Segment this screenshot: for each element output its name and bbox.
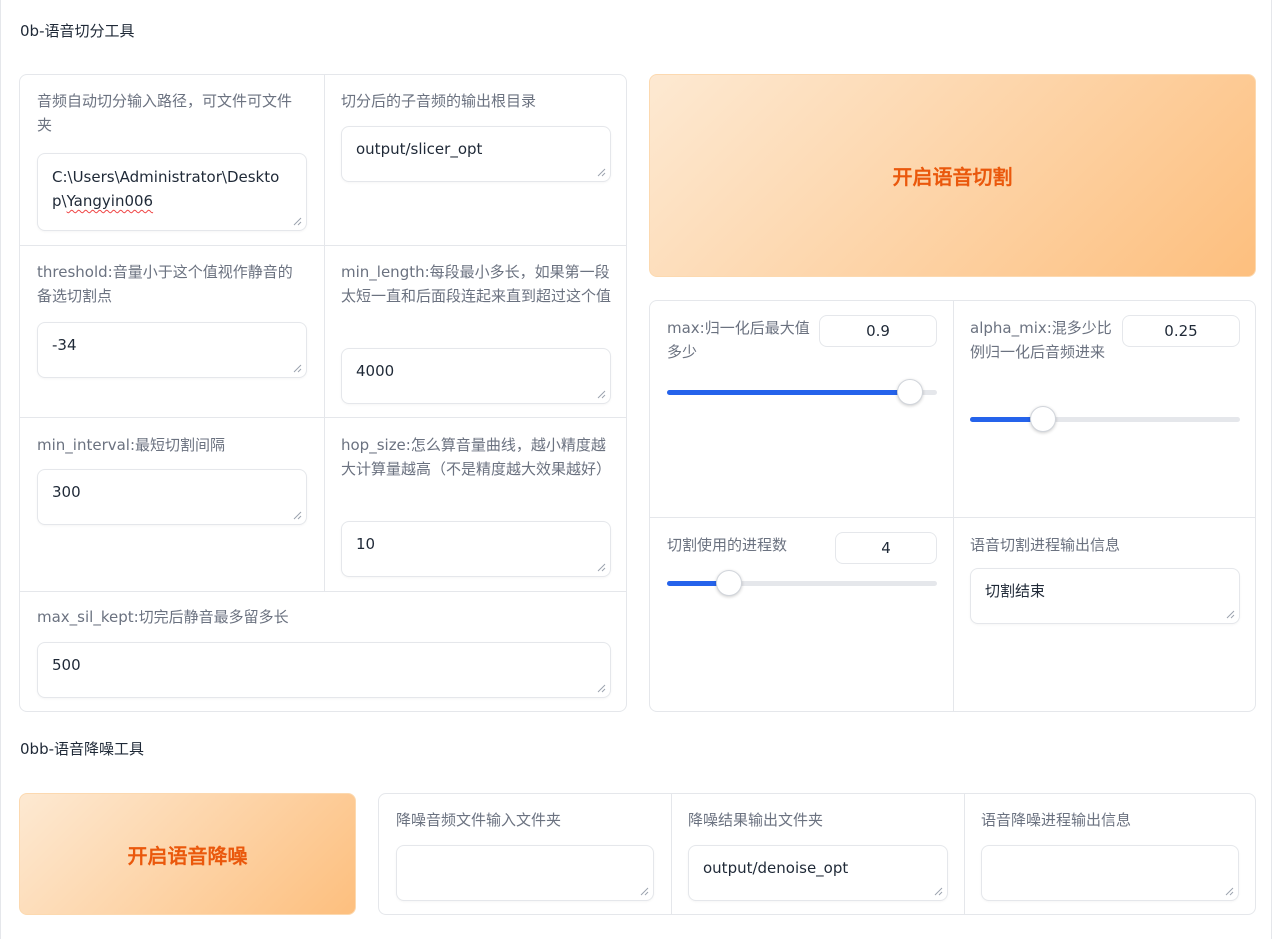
input-path-field[interactable]: C:\Users\Administrator\Deskto p\Yangyin0…	[37, 153, 307, 231]
denoise-section-title: 0bb-语音降噪工具	[20, 740, 144, 758]
denoise-input-field[interactable]	[396, 845, 654, 901]
alpha-mix-number-input[interactable]: 0.25	[1122, 315, 1240, 347]
min-interval-value: 300	[52, 483, 81, 501]
input-path-line2-word: Yangyin006	[66, 192, 154, 210]
max-label: max:归一化后最大值多少	[667, 319, 810, 361]
resize-grip-icon[interactable]	[597, 390, 606, 399]
denoise-output-value: output/denoise_opt	[703, 859, 849, 877]
resize-grip-icon[interactable]	[293, 364, 302, 373]
slicer-info-output[interactable]: 切割结束	[970, 568, 1240, 624]
denoise-info-output[interactable]	[981, 845, 1239, 901]
denoise-output-label: 降噪结果输出文件夹	[688, 811, 824, 829]
start-denoise-button[interactable]: 开启语音降噪	[19, 793, 356, 915]
max-sil-kept-field[interactable]: 500	[37, 642, 611, 698]
threshold-value: -34	[52, 336, 77, 354]
resize-grip-icon[interactable]	[1226, 610, 1235, 619]
threshold-label: threshold:音量小于这个值视作静音的备选切割点	[37, 263, 293, 305]
max-sil-kept-value: 500	[52, 656, 81, 674]
alpha-mix-slider[interactable]	[970, 406, 1240, 432]
denoise-panel: 降噪音频文件输入文件夹 降噪结果输出文件夹 output/denoise_opt…	[378, 793, 1256, 915]
resize-grip-icon[interactable]	[640, 887, 649, 896]
threshold-field[interactable]: -34	[37, 322, 307, 378]
resize-grip-icon[interactable]	[293, 217, 302, 226]
min-length-label: min_length:每段最小多长，如果第一段太短一直和后面段连起来直到超过这个…	[341, 263, 612, 305]
slicer-extra-panel: max:归一化后最大值多少 0.9 alpha_mix:混多少比例归一化后音频进…	[649, 300, 1256, 712]
resize-grip-icon[interactable]	[293, 511, 302, 520]
max-slider[interactable]	[667, 379, 937, 405]
resize-grip-icon[interactable]	[597, 684, 606, 693]
processes-number-input[interactable]: 4	[835, 532, 937, 564]
denoise-output-field[interactable]: output/denoise_opt	[688, 845, 948, 901]
processes-label: 切割使用的进程数	[667, 536, 788, 554]
resize-grip-icon[interactable]	[597, 168, 606, 177]
hop-size-label: hop_size:怎么算音量曲线，越小精度越大计算量越高（不是精度越大效果越好）	[341, 436, 612, 478]
processes-slider[interactable]	[667, 570, 937, 596]
resize-grip-icon[interactable]	[934, 887, 943, 896]
hop-size-field[interactable]: 10	[341, 521, 611, 577]
slicer-params-panel: 音频自动切分输入路径，可文件可文件夹 C:\Users\Administrato…	[19, 74, 627, 712]
hop-size-value: 10	[356, 535, 376, 553]
max-number-input[interactable]: 0.9	[819, 315, 937, 347]
processes-slider-thumb[interactable]	[716, 570, 743, 596]
slicer-info-label: 语音切割进程输出信息	[970, 536, 1121, 554]
slicer-info-value: 切割结束	[985, 582, 1046, 600]
resize-grip-icon[interactable]	[1225, 887, 1234, 896]
output-root-label: 切分后的子音频的输出根目录	[341, 92, 537, 110]
denoise-input-label: 降噪音频文件输入文件夹	[396, 811, 562, 829]
alpha-mix-label: alpha_mix:混多少比例归一化后音频进来	[970, 319, 1112, 361]
input-path-label: 音频自动切分输入路径，可文件可文件夹	[37, 92, 293, 134]
slicer-section-title: 0b-语音切分工具	[20, 22, 135, 40]
input-path-line1: C:\Users\Administrator\Deskto	[52, 168, 280, 186]
resize-grip-icon[interactable]	[597, 563, 606, 572]
max-slider-thumb[interactable]	[897, 379, 923, 405]
max-sil-kept-label: max_sil_kept:切完后静音最多留多长	[37, 608, 289, 626]
start-slicing-button[interactable]: 开启语音切割	[649, 74, 1256, 277]
alpha-mix-slider-thumb[interactable]	[1029, 406, 1056, 432]
denoise-info-label: 语音降噪进程输出信息	[981, 811, 1132, 829]
min-length-value: 4000	[356, 362, 395, 380]
min-interval-field[interactable]: 300	[37, 469, 307, 525]
output-root-value: output/slicer_opt	[356, 140, 483, 158]
input-path-line2-prefix: p\	[52, 192, 67, 210]
output-root-field[interactable]: output/slicer_opt	[341, 126, 611, 182]
min-length-field[interactable]: 4000	[341, 348, 611, 404]
min-interval-label: min_interval:最短切割间隔	[37, 436, 226, 454]
app-frame: 0b-语音切分工具 音频自动切分输入路径，可文件可文件夹 C:\Users\Ad…	[0, 0, 1272, 939]
